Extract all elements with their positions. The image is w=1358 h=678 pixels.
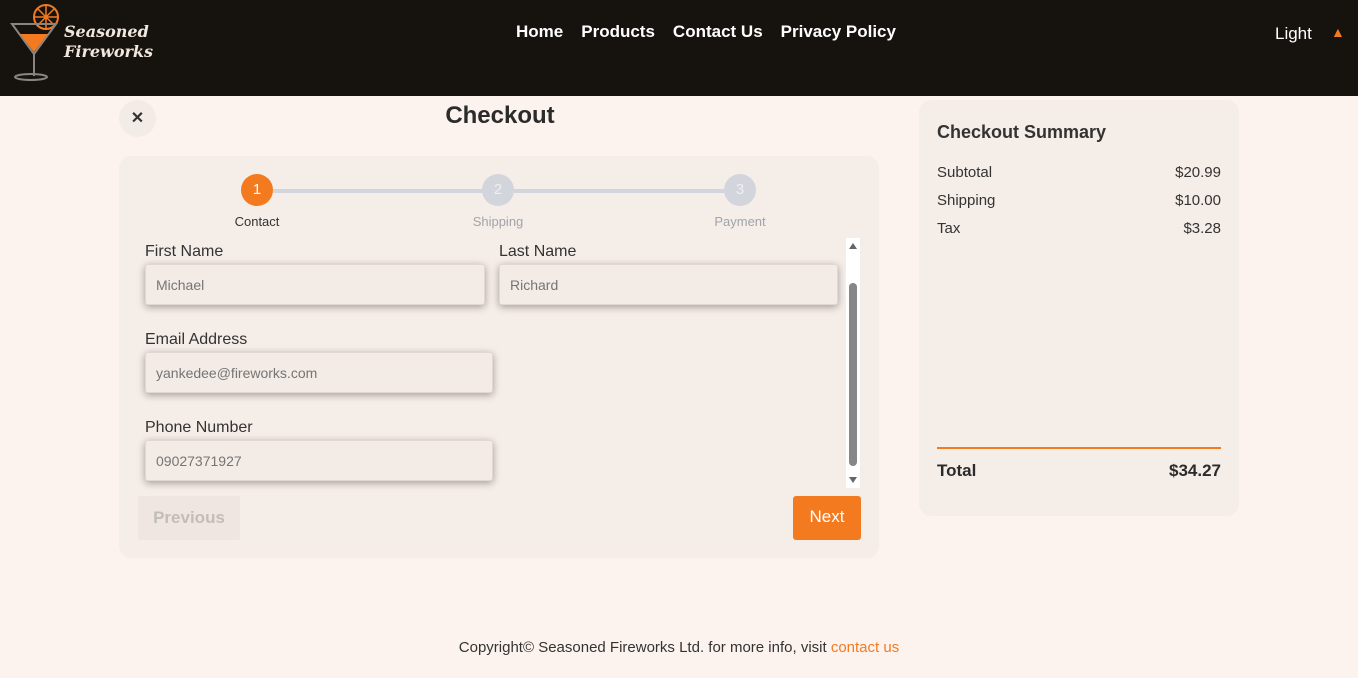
phone-input[interactable] xyxy=(145,440,493,481)
theme-toggle-label[interactable]: Light xyxy=(1275,24,1312,44)
stepper-connector xyxy=(273,189,484,193)
first-name-input[interactable] xyxy=(145,264,485,305)
footer-contact-link[interactable]: contact us xyxy=(831,639,899,656)
navbar: Seasoned Fireworks Home Products Contact… xyxy=(0,0,1358,96)
copyright-text: Copyright© Seasoned Fireworks Ltd. for m… xyxy=(458,639,827,656)
checkout-summary-panel: Checkout Summary Subtotal $20.99 Shippin… xyxy=(919,100,1239,516)
total-label: Total xyxy=(937,461,977,480)
scroll-up-arrow-icon[interactable] xyxy=(849,243,857,249)
close-icon: ✕ xyxy=(130,110,145,127)
nav-products[interactable]: Products xyxy=(581,22,655,42)
step-1-label: Contact xyxy=(234,214,280,229)
brand-name-line2: Fireworks xyxy=(64,42,154,61)
triangle-up-icon[interactable]: ▲ xyxy=(1331,24,1345,40)
summary-divider xyxy=(937,447,1221,449)
form-scrollbar[interactable] xyxy=(846,238,860,488)
footer: Copyright© Seasoned Fireworks Ltd. for m… xyxy=(0,639,1358,656)
phone-label: Phone Number xyxy=(145,419,253,436)
scroll-down-arrow-icon[interactable] xyxy=(849,477,857,483)
step-2-label: Shipping xyxy=(472,214,524,229)
step-3-label: Payment xyxy=(714,214,766,229)
main-nav: Home Products Contact Us Privacy Policy xyxy=(516,22,896,42)
cocktail-glass-icon xyxy=(10,4,59,81)
nav-contact-us[interactable]: Contact Us xyxy=(673,22,763,42)
brand-name-line1: Seasoned xyxy=(64,22,149,41)
stepper-connector xyxy=(514,189,725,193)
step-1-indicator[interactable]: 1 xyxy=(241,174,273,206)
last-name-label: Last Name xyxy=(499,243,577,260)
next-button[interactable]: Next xyxy=(793,496,861,540)
first-name-label: First Name xyxy=(145,243,224,260)
step-2-indicator[interactable]: 2 xyxy=(482,174,514,206)
scrollbar-thumb[interactable] xyxy=(849,283,857,466)
summary-row-value: $20.99 xyxy=(1175,164,1221,181)
summary-row-label: Tax xyxy=(937,220,961,237)
nav-home[interactable]: Home xyxy=(516,22,563,42)
total-value: $34.27 xyxy=(1169,461,1221,480)
summary-row-label: Shipping xyxy=(937,192,996,209)
step-3-indicator[interactable]: 3 xyxy=(724,174,756,206)
close-button[interactable]: ✕ xyxy=(119,100,156,137)
email-input[interactable] xyxy=(145,352,493,393)
brand-logo[interactable]: Seasoned Fireworks xyxy=(6,4,156,84)
summary-row-value: $10.00 xyxy=(1175,192,1221,209)
summary-row-value: $3.28 xyxy=(1183,220,1221,237)
brand-name: Seasoned Fireworks xyxy=(64,22,153,62)
checkout-form-card: 1 2 3 Contact Shipping Payment First Nam… xyxy=(119,156,879,558)
summary-row-label: Subtotal xyxy=(937,164,993,181)
page-title: Checkout xyxy=(445,102,555,129)
email-label: Email Address xyxy=(145,331,248,348)
nav-privacy-policy[interactable]: Privacy Policy xyxy=(781,22,896,42)
summary-title: Checkout Summary xyxy=(937,122,1107,142)
previous-button[interactable]: Previous xyxy=(138,496,240,540)
last-name-input[interactable] xyxy=(499,264,838,305)
